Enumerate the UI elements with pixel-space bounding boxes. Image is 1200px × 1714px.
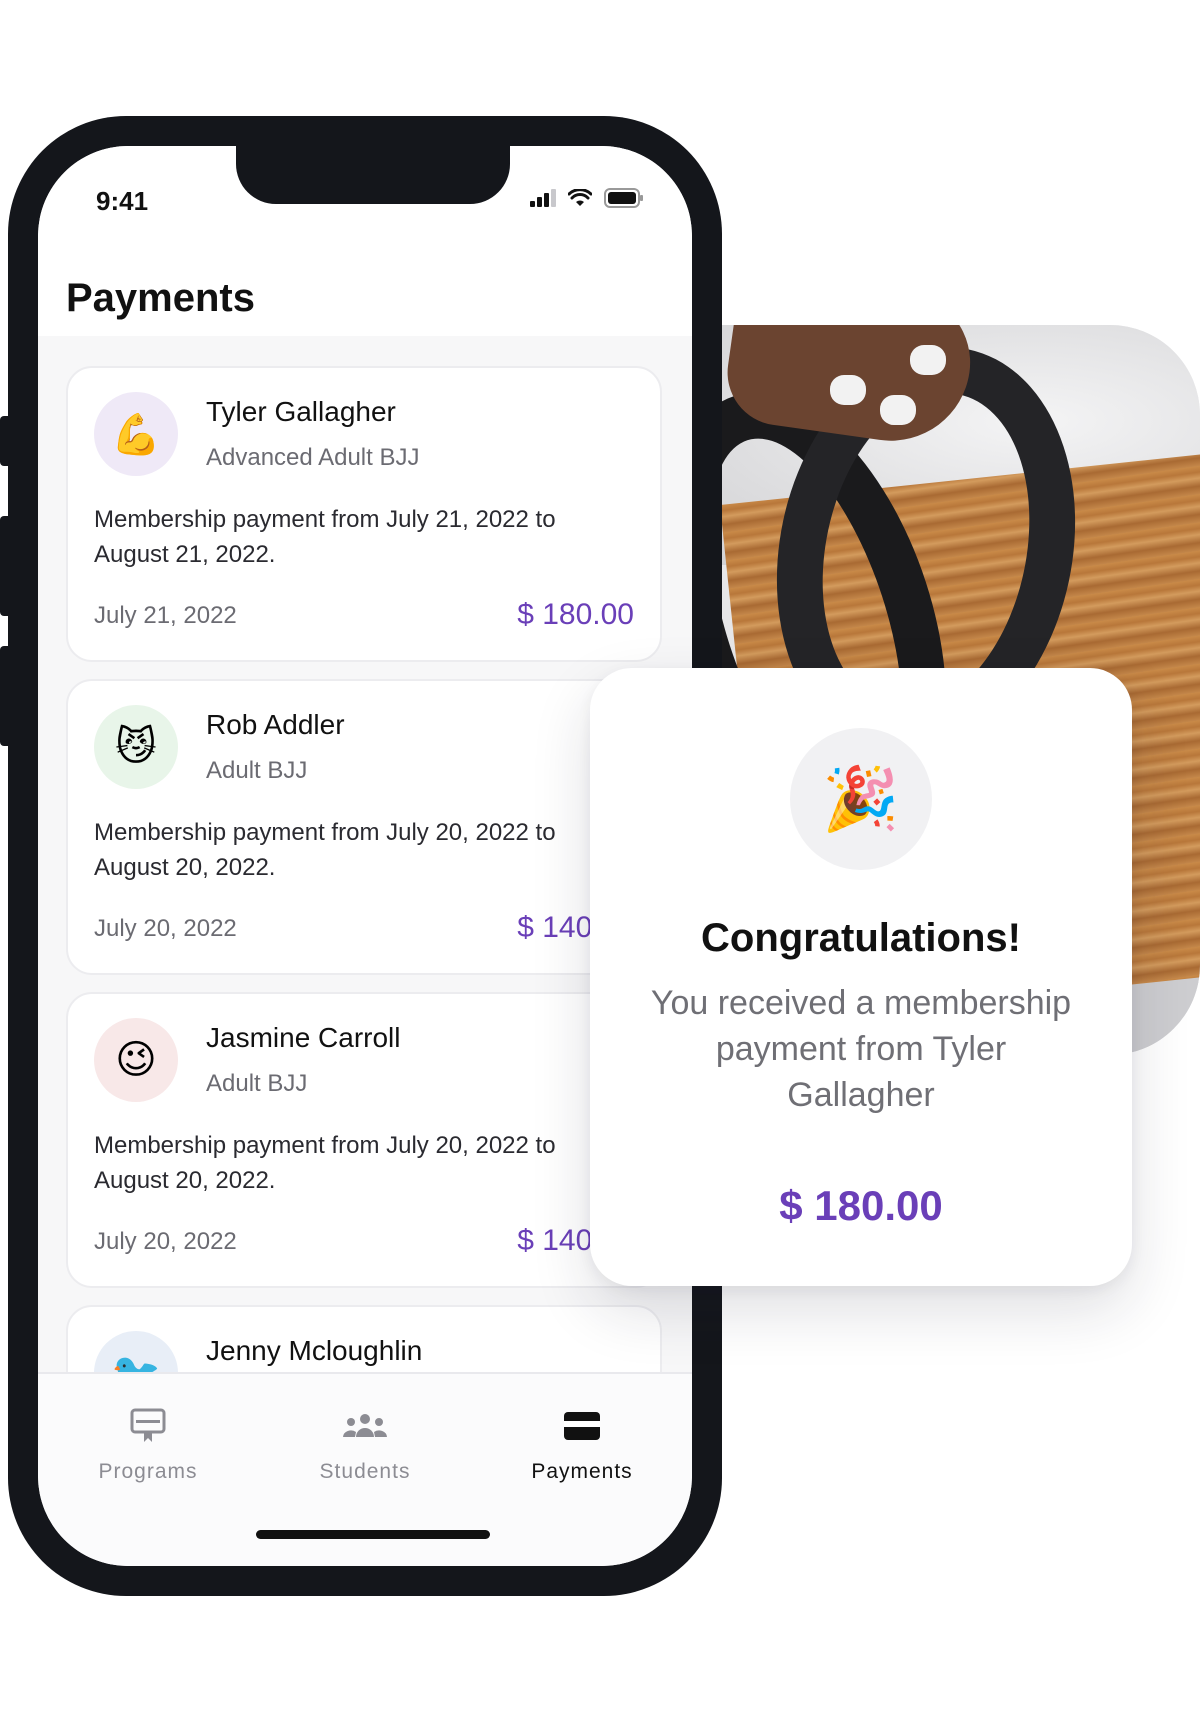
- battery-icon: [604, 188, 644, 213]
- status-time: 9:41: [96, 186, 149, 216]
- party-popper-icon: 🎉: [790, 728, 932, 870]
- payment-date: July 20, 2022: [94, 915, 237, 942]
- program-name: Adult BJJ: [206, 757, 308, 784]
- tab-label: Payments: [531, 1460, 633, 1483]
- tab-label: Students: [319, 1460, 411, 1483]
- cellular-signal-icon: [530, 189, 556, 212]
- tab-programs[interactable]: Programs: [68, 1404, 228, 1484]
- congratulations-card: 🎉 Congratulations! You received a member…: [590, 668, 1132, 1286]
- flexed-biceps-icon: 💪: [111, 412, 161, 457]
- payment-card[interactable]: 💪 Tyler Gallagher Advanced Adult BJJ Mem…: [66, 366, 662, 662]
- student-name: Jenny Mcloughlin: [206, 1335, 423, 1366]
- avatar: 😉: [94, 1018, 178, 1102]
- student-name: Rob Addler: [206, 709, 345, 740]
- avatar: 💪: [94, 392, 178, 476]
- student-name: Jasmine Carroll: [206, 1022, 401, 1053]
- congratulations-title: Congratulations!: [701, 916, 1021, 960]
- programs-icon: [68, 1404, 228, 1448]
- page-title: Payments: [66, 276, 255, 320]
- payment-amount: $ 180.00: [517, 598, 634, 631]
- payment-card[interactable]: 🐦 Jenny Mcloughlin: [66, 1305, 662, 1372]
- payment-description: Membership payment from July 21, 2022 to…: [94, 506, 556, 568]
- students-icon: [285, 1404, 445, 1448]
- winking-face-icon: 😉: [115, 1038, 157, 1082]
- tab-payments[interactable]: Payments: [502, 1404, 662, 1484]
- payment-date: July 20, 2022: [94, 1228, 237, 1255]
- program-name: Advanced Adult BJJ: [206, 444, 420, 471]
- student-name: Tyler Gallagher: [206, 396, 396, 427]
- home-indicator[interactable]: [256, 1530, 490, 1539]
- program-name: Adult BJJ: [206, 1070, 308, 1097]
- notification-amount: $ 180.00: [779, 1182, 943, 1229]
- payment-date: July 21, 2022: [94, 602, 237, 629]
- party-popper-glyph: 🎉: [822, 764, 900, 834]
- payments-icon: [502, 1404, 662, 1448]
- tab-students[interactable]: Students: [285, 1404, 445, 1484]
- payment-description: Membership payment from July 20, 2022 to…: [94, 1132, 556, 1194]
- avatar: 🐦: [94, 1331, 178, 1372]
- notch: [236, 146, 510, 204]
- tab-label: Programs: [98, 1460, 198, 1483]
- smirking-cat-icon: 😼: [115, 725, 157, 769]
- payment-card[interactable]: 😉 Jasmine Carroll Adult BJJ Membership p…: [66, 992, 662, 1288]
- payment-card[interactable]: 😼 Rob Addler Adult BJJ Membership paymen…: [66, 679, 662, 975]
- bird-icon: 🐦: [111, 1350, 161, 1373]
- notification-message: You received a membership payment from T…: [650, 984, 1072, 1114]
- avatar: 😼: [94, 705, 178, 789]
- payment-description: Membership payment from July 20, 2022 to…: [94, 819, 556, 881]
- status-icons: [530, 188, 644, 213]
- wifi-icon: [567, 188, 593, 212]
